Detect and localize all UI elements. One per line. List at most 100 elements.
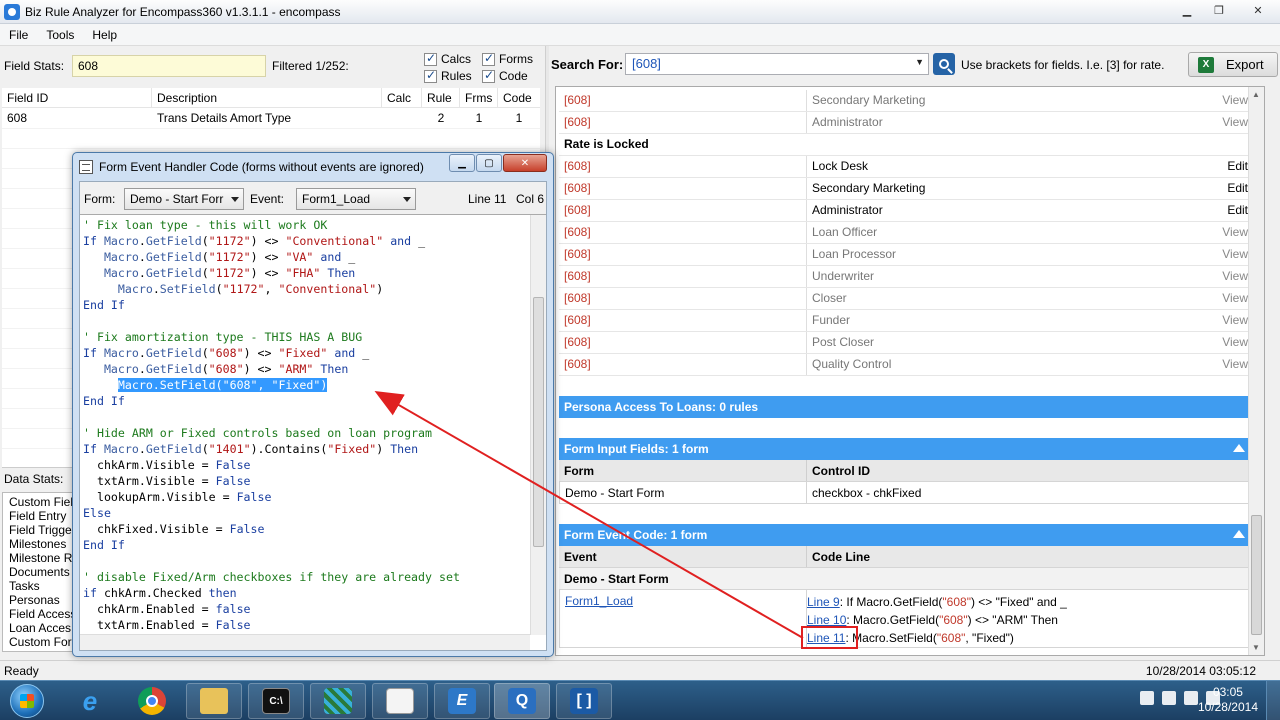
- maximize-button[interactable]: ▢: [476, 154, 502, 172]
- taskbar: e C:\ E Q [ ] 03:05 10/28/2014: [0, 680, 1280, 720]
- col-code[interactable]: Code: [498, 88, 540, 107]
- table-row[interactable]: [608] Secondary Marketing Edit: [559, 178, 1253, 200]
- table-row[interactable]: [608] Funder View: [559, 310, 1253, 332]
- field-grid-header: Field ID Description Calc Rule Frms Code: [2, 88, 540, 108]
- form-window-title: Form Event Handler Code (forms without e…: [99, 160, 424, 174]
- taskbar-cmd[interactable]: C:\: [248, 683, 304, 719]
- collapse-icon[interactable]: [1233, 444, 1245, 452]
- status-text: Ready: [4, 663, 39, 678]
- code-line-item: Line 9: If Macro.GetField("608") <> "Fix…: [807, 595, 1067, 609]
- table-row[interactable]: [608] Closer View: [559, 288, 1253, 310]
- menu-tools[interactable]: Tools: [37, 28, 83, 42]
- table-row[interactable]: [608] Lock Desk Edit: [559, 156, 1253, 178]
- persona-access-header[interactable]: Persona Access To Loans: 0 rules: [559, 396, 1253, 418]
- form-select[interactable]: Demo - Start Forr: [124, 188, 244, 210]
- table-row[interactable]: [608] Loan Processor View: [559, 244, 1253, 266]
- export-button[interactable]: X Export: [1188, 52, 1278, 77]
- minimize-button[interactable]: ▁: [449, 154, 475, 172]
- list-item[interactable]: Field Entry: [9, 509, 75, 523]
- shield-icon[interactable]: [1140, 691, 1154, 705]
- col-calc[interactable]: Calc: [382, 88, 422, 107]
- status-timestamp: 10/28/2014 03:05:12: [1145, 663, 1256, 678]
- scroll-down-icon[interactable]: ▼: [1252, 643, 1260, 652]
- taskbar-explorer[interactable]: [186, 683, 242, 719]
- form-event-code-header[interactable]: Form Event Code: 1 form: [559, 524, 1253, 546]
- code-checkbox[interactable]: Code: [482, 68, 528, 83]
- form-window-titlebar[interactable]: Form Event Handler Code (forms without e…: [73, 153, 553, 181]
- table-row[interactable]: 608 Trans Details Amort Type 2 1 1: [2, 108, 540, 128]
- line-9-link[interactable]: Line 9: [807, 595, 840, 609]
- cell-calc: [382, 108, 422, 128]
- col-field-id[interactable]: Field ID: [2, 88, 152, 107]
- list-item[interactable]: Personas: [9, 593, 75, 607]
- list-item[interactable]: Loan Acces: [9, 621, 75, 635]
- field-stats-input[interactable]: 608: [72, 55, 266, 77]
- taskbar-app-grid[interactable]: [310, 683, 366, 719]
- table-row[interactable]: [608] Loan Officer View: [559, 222, 1253, 244]
- results-pane: [608] Secondary Marketing View [608] Admini…: [555, 86, 1265, 656]
- list-item[interactable]: Milestone R: [9, 551, 75, 565]
- show-desktop-button[interactable]: [1266, 681, 1280, 720]
- maximize-button[interactable]: ❐: [1204, 0, 1234, 20]
- col-description[interactable]: Description: [152, 88, 382, 107]
- form-input-fields-columns: Form Control ID: [559, 460, 1253, 482]
- rules-checkbox[interactable]: Rules: [424, 68, 472, 83]
- table-row[interactable]: [608] Administrator Edit: [559, 200, 1253, 222]
- forms-checkbox[interactable]: Forms: [482, 51, 533, 66]
- scroll-up-icon[interactable]: ▲: [1252, 90, 1260, 99]
- menu-help[interactable]: Help: [83, 28, 126, 42]
- network-icon[interactable]: [1184, 691, 1198, 705]
- event-select[interactable]: Form1_Load: [296, 188, 416, 210]
- menu-file[interactable]: File: [0, 28, 37, 42]
- collapse-icon[interactable]: [1233, 530, 1245, 538]
- form-label: Form:: [84, 192, 116, 206]
- table-row[interactable]: [608] Administrator View: [559, 112, 1253, 134]
- table-row[interactable]: [608] Post Closer View: [559, 332, 1253, 354]
- line-10-link[interactable]: Line 10: [807, 613, 846, 627]
- col-rule[interactable]: Rule: [422, 88, 460, 107]
- scroll-thumb[interactable]: [1251, 515, 1262, 635]
- scroll-thumb[interactable]: [533, 297, 544, 547]
- list-item[interactable]: Custom For: [9, 635, 75, 649]
- taskbar-ie[interactable]: e: [62, 683, 118, 719]
- search-button[interactable]: [933, 53, 955, 75]
- form-selector-row: Form: Demo - Start Forr Event: Form1_Loa…: [80, 182, 546, 214]
- window-controls: ▁ ❐ ✕: [1170, 0, 1280, 20]
- chevron-down-icon[interactable]: ▼: [915, 57, 924, 67]
- table-row[interactable]: [608] Quality Control View: [559, 354, 1253, 376]
- clock[interactable]: 03:05 10/28/2014: [1198, 685, 1258, 715]
- line-11-link[interactable]: Line 11: [807, 631, 845, 645]
- code-editor[interactable]: ' Fix loan type - this will work OK If M…: [80, 214, 546, 650]
- close-button[interactable]: ✕: [503, 154, 547, 172]
- event-link-form1-load[interactable]: Form1_Load: [565, 594, 633, 608]
- list-item[interactable]: Tasks: [9, 579, 75, 593]
- taskbar-chrome[interactable]: [124, 683, 180, 719]
- calcs-checkbox[interactable]: Calcs: [424, 51, 471, 66]
- form-event-group: Demo - Start Form: [559, 568, 1253, 590]
- filtered-count: Filtered 1/252:: [272, 59, 349, 73]
- table-row[interactable]: [608] Underwriter View: [559, 266, 1253, 288]
- list-item[interactable]: Custom Fiel: [9, 495, 75, 509]
- search-input[interactable]: [608] ▼: [625, 53, 929, 75]
- column-indicator: Col 6: [516, 192, 545, 206]
- code-scrollbar[interactable]: [530, 215, 546, 635]
- close-button[interactable]: ✕: [1236, 0, 1280, 20]
- flag-icon[interactable]: [1162, 691, 1176, 705]
- minimize-button[interactable]: ▁: [1172, 0, 1202, 20]
- start-button[interactable]: [4, 682, 50, 720]
- list-item[interactable]: Field Access: [9, 607, 76, 621]
- taskbar-brackets[interactable]: [ ]: [556, 683, 612, 719]
- list-item[interactable]: Field Trigge: [9, 523, 75, 537]
- code-hscrollbar[interactable]: [80, 634, 530, 650]
- field-stats-label: Field Stats:: [4, 59, 65, 73]
- list-item[interactable]: Milestones: [9, 537, 75, 551]
- table-row[interactable]: Demo - Start Form checkbox - chkFixed: [559, 482, 1253, 504]
- form-input-fields-header[interactable]: Form Input Fields: 1 form: [559, 438, 1253, 460]
- taskbar-notepad[interactable]: [372, 683, 428, 719]
- taskbar-encompass[interactable]: E: [434, 683, 490, 719]
- taskbar-biz-rule-analyzer[interactable]: Q: [494, 683, 550, 719]
- list-item[interactable]: Documents: [9, 565, 75, 579]
- table-row[interactable]: [608] Secondary Marketing View: [559, 90, 1253, 112]
- col-frms[interactable]: Frms: [460, 88, 498, 107]
- results-scrollbar[interactable]: ▲ ▼: [1248, 87, 1264, 655]
